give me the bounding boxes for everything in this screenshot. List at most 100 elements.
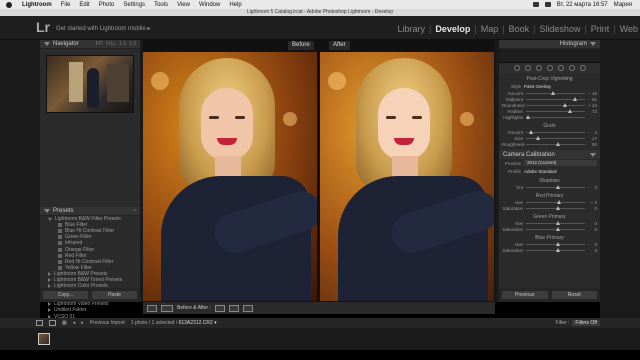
before-photo[interactable]	[143, 52, 317, 301]
menu-app[interactable]: Lightroom	[22, 2, 52, 8]
before-after-view-icon[interactable]	[161, 304, 173, 312]
profile-select[interactable]: Adobe Standard	[524, 169, 597, 174]
module-print[interactable]: Print	[591, 24, 610, 34]
wifi-icon[interactable]	[532, 2, 539, 7]
menu-window[interactable]: Window	[199, 2, 220, 8]
slider-knob[interactable]	[550, 90, 555, 95]
collapse-triangle-icon[interactable]	[590, 42, 596, 46]
slider-value[interactable]: − 16	[585, 91, 597, 96]
histogram-graph[interactable]	[499, 49, 600, 63]
slider-track[interactable]	[526, 96, 585, 101]
slider-knob[interactable]	[555, 184, 560, 189]
slider-track[interactable]	[526, 247, 585, 252]
apple-icon[interactable]	[6, 1, 12, 8]
slider-value[interactable]: 0	[585, 248, 597, 253]
swap-before-after-icon[interactable]	[242, 304, 253, 312]
module-web[interactable]: Web	[620, 24, 638, 34]
loupe-view-icon[interactable]	[147, 304, 157, 312]
slider-value[interactable]: 4	[585, 130, 597, 135]
menu-photo[interactable]: Photo	[99, 2, 115, 8]
grid-tool-icon[interactable]	[513, 65, 520, 71]
slider-track[interactable]	[526, 135, 585, 140]
filmstrip-source[interactable]: Previous Import	[90, 320, 125, 326]
paste-button[interactable]: Paste	[92, 291, 137, 299]
slider-value[interactable]: + 2	[585, 200, 597, 205]
slider-knob[interactable]	[555, 241, 560, 246]
slider-track[interactable]	[526, 90, 585, 95]
navigator-preview[interactable]	[46, 55, 134, 113]
slider-track[interactable]	[526, 199, 585, 204]
forward-icon[interactable]: ▸	[81, 320, 84, 326]
slider-value[interactable]: 0	[585, 227, 597, 232]
histogram-header[interactable]: Histogram	[499, 40, 600, 49]
zoom-fit[interactable]: FIT	[96, 41, 104, 47]
collapse-triangle-icon[interactable]	[44, 209, 50, 213]
slider-knob[interactable]	[526, 114, 530, 119]
module-library[interactable]: Library	[397, 24, 425, 34]
menu-view[interactable]: View	[177, 2, 190, 8]
slider-knob[interactable]	[562, 102, 567, 107]
slider-track[interactable]	[526, 220, 585, 225]
get-started-mobile-link[interactable]: Get started with Lightroom mobile ▸	[56, 25, 150, 32]
slider-value[interactable]: + 24	[585, 103, 597, 108]
grid-view-icon[interactable]: ▦	[62, 320, 67, 326]
slider-knob[interactable]	[555, 220, 560, 225]
slider-track[interactable]	[526, 241, 585, 246]
slider-knob[interactable]	[555, 205, 560, 210]
spot-removal-icon[interactable]	[535, 65, 542, 71]
filter-select[interactable]: Filters Off	[572, 320, 600, 326]
slider-track[interactable]	[526, 108, 585, 113]
slider-value[interactable]: 81	[585, 97, 597, 102]
menu-edit[interactable]: Edit	[79, 2, 89, 8]
adjustment-brush-icon[interactable]	[579, 65, 586, 71]
slider-value[interactable]: 50	[585, 142, 597, 147]
graduated-filter-icon[interactable]	[557, 65, 564, 71]
slider-knob[interactable]	[556, 199, 561, 204]
back-icon[interactable]: ◂	[73, 320, 76, 326]
zoom-1-3[interactable]: 1:3	[129, 41, 136, 47]
secondary-window-icon[interactable]	[49, 320, 56, 326]
copy-button[interactable]: Copy...	[43, 291, 88, 299]
menu-tools[interactable]: Tools	[154, 2, 168, 8]
add-preset-icon[interactable]: +	[133, 208, 136, 214]
camera-calibration-header[interactable]: Camera Calibration	[499, 150, 600, 159]
slider-value[interactable]: 0	[585, 242, 597, 247]
slider-knob[interactable]	[536, 135, 541, 140]
zoom-fill[interactable]: FILL	[106, 41, 116, 47]
menu-help[interactable]: Help	[229, 2, 241, 8]
menu-settings[interactable]: Settings	[123, 2, 145, 8]
crop-tool-icon[interactable]	[524, 65, 531, 71]
copy-after-to-before-icon[interactable]	[228, 304, 239, 312]
filmstrip-filename[interactable]: 613A2312.CR2 ▾	[179, 320, 217, 326]
collapse-triangle-icon[interactable]	[590, 152, 596, 157]
menu-file[interactable]: File	[61, 2, 71, 8]
slider-track[interactable]	[526, 205, 585, 210]
filmstrip-thumbnail[interactable]	[38, 333, 50, 345]
slider-value[interactable]: 0	[585, 185, 597, 190]
slider-track[interactable]	[526, 114, 585, 119]
radial-filter-icon[interactable]	[568, 65, 575, 71]
vignette-style-select[interactable]: Paint Overlay	[524, 84, 597, 89]
menubar-clock[interactable]: Вт, 22 марта 16:57	[557, 2, 608, 8]
slider-track[interactable]	[526, 141, 585, 146]
collapse-triangle-icon[interactable]	[44, 42, 50, 46]
battery-icon[interactable]	[544, 2, 551, 7]
slider-value[interactable]: 72	[585, 109, 597, 114]
slider-value[interactable]: 0	[585, 206, 597, 211]
slider-knob[interactable]	[555, 141, 560, 146]
zoom-1-1[interactable]: 1:1	[119, 41, 126, 47]
slider-knob[interactable]	[568, 108, 573, 113]
presets-header[interactable]: Presets +	[40, 207, 140, 216]
process-select[interactable]: 2012 (Current)	[524, 160, 597, 166]
slider-track[interactable]	[526, 226, 585, 231]
slider-value[interactable]: 0	[585, 221, 597, 226]
slider-value[interactable]: 17	[585, 136, 597, 141]
red-eye-icon[interactable]	[546, 65, 553, 71]
reset-button[interactable]: Reset	[551, 291, 597, 299]
menubar-user[interactable]: Мария	[614, 2, 632, 8]
module-slideshow[interactable]: Slideshow	[539, 24, 580, 34]
previous-button[interactable]: Previous	[502, 291, 548, 299]
slider-knob[interactable]	[555, 247, 560, 252]
module-map[interactable]: Map	[481, 24, 499, 34]
module-develop[interactable]: Develop	[435, 24, 470, 34]
